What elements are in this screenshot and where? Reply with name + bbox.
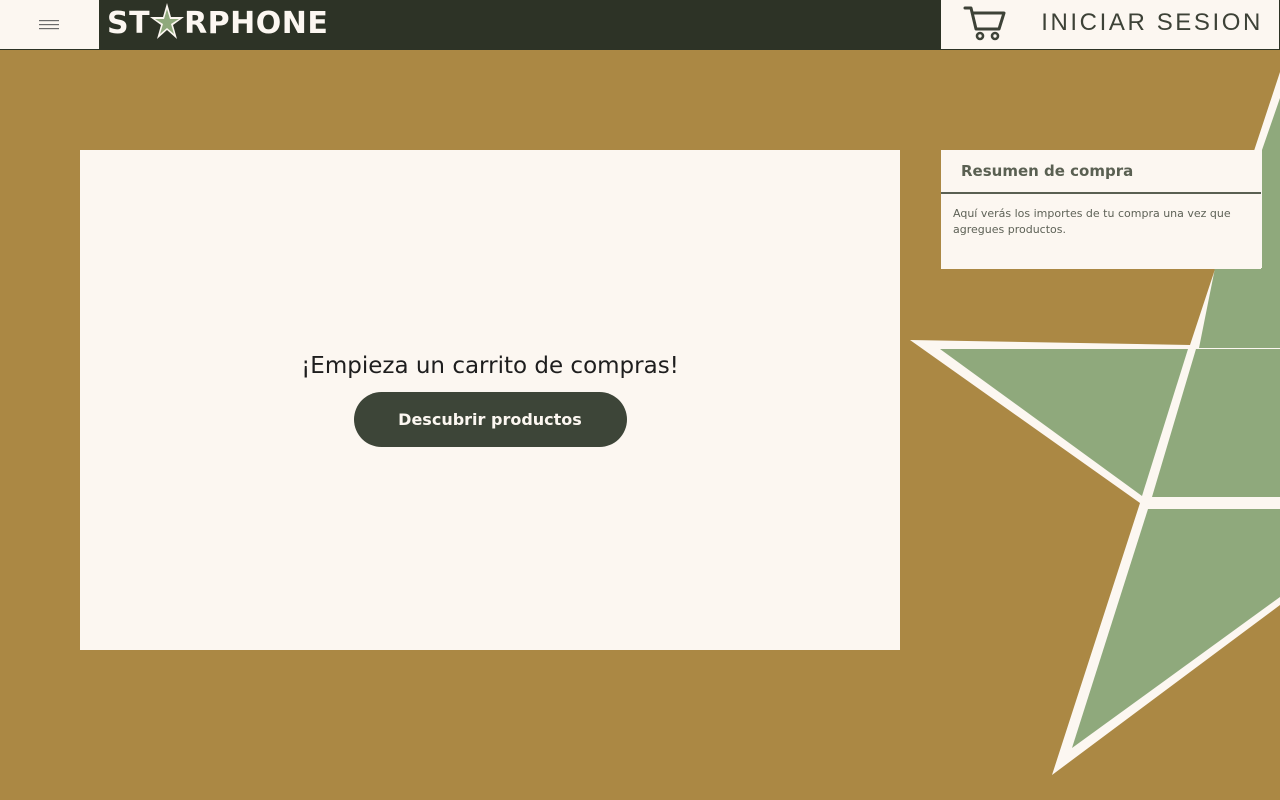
logo-star-icon [150, 3, 185, 43]
logo-text-right: RPHONE [184, 5, 329, 41]
purchase-summary-card: Resumen de compra Aquí verás los importe… [941, 150, 1261, 269]
empty-cart-message: ¡Empieza un carrito de compras! [301, 353, 679, 379]
menu-button[interactable] [0, 0, 99, 50]
hamburger-icon [38, 19, 59, 29]
summary-description: Aquí verás los importes de tu compra una… [953, 207, 1231, 236]
cart-button[interactable] [963, 5, 1007, 41]
starphone-logo[interactable]: ST RPHONE [107, 3, 328, 43]
shopping-cart-icon [963, 6, 1006, 41]
empty-cart-panel: ¡Empieza un carrito de compras! Descubri… [80, 150, 900, 650]
logo-text-left: ST [107, 5, 151, 41]
discover-products-button[interactable]: Descubrir productos [353, 392, 627, 447]
logo-bar: ST RPHONE [99, 0, 940, 50]
top-header: ST RPHONE INICIAR SESION [0, 0, 1280, 50]
account-area: INICIAR SESION [940, 0, 1280, 50]
summary-title: Resumen de compra [941, 150, 1261, 194]
login-link[interactable]: INICIAR SESION [1041, 9, 1263, 37]
